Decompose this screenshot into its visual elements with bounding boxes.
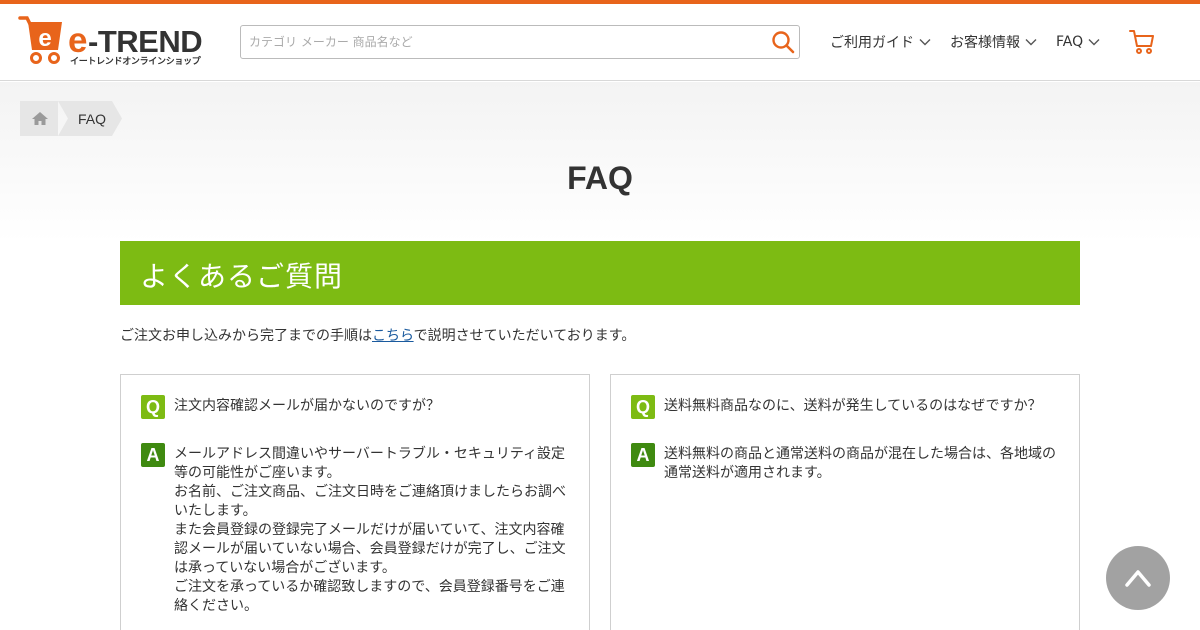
chevron-up-icon (1125, 570, 1151, 587)
breadcrumb-current-label: FAQ (78, 111, 107, 127)
back-to-top-button[interactable] (1106, 546, 1170, 610)
svg-text:e: e (68, 21, 87, 60)
question-badge: Q (141, 395, 165, 419)
faq-answer-line: また会員登録の登録完了メールだけが届いていて、注文内容確 (174, 522, 565, 538)
nav-faq[interactable]: FAQ (1056, 32, 1100, 52)
chevron-down-icon (1025, 39, 1037, 46)
site-logo[interactable]: e e -TREND イートレンドオンラインショップ (18, 14, 204, 68)
faq-answer-line: 認メールが届いていない場合、会員登録だけが完了し、ご注文 (174, 541, 566, 557)
faq-card: Q 送料無料商品なのに、送料が発生しているのはなぜですか？ A 送料無料の商品と… (610, 374, 1080, 630)
breadcrumb-current: FAQ (58, 101, 122, 136)
faq-answer-line: お名前、ご注文商品、ご注文日時をご連絡頂けましたらお調べ (174, 484, 566, 500)
intro-link[interactable]: こちら (372, 328, 414, 344)
faq-answer-line: 絡ください。 (174, 598, 258, 614)
faq-card: Q 注文内容確認メールが届かないのですが？ A メールアドレス間違いやサーバート… (120, 374, 590, 630)
faq-answer: メールアドレス間違いやサーバートラブル・セキュリティ設定 等の可能性がご座います… (174, 445, 574, 616)
nav-customer-info[interactable]: お客様情報 (950, 32, 1037, 52)
cart-icon[interactable] (1128, 28, 1156, 56)
e-trend-logo-icon: e e -TREND イートレンドオンラインショップ (18, 16, 203, 67)
nav-guide[interactable]: ご利用ガイド (830, 32, 931, 52)
faq-answer-line: 送料無料の商品と通常送料の商品が混在した場合は、各地域の (664, 446, 1056, 462)
faq-question: 注文内容確認メールが届かないのですが？ (174, 398, 440, 414)
home-icon (32, 112, 48, 125)
nav-customer-info-label: お客様情報 (950, 35, 1020, 51)
faq-answer-line: は承っていない場合がございます。 (174, 560, 396, 576)
section-heading: よくあるご質問 (140, 260, 344, 293)
site-header: e e -TREND イートレンドオンラインショップ ご利用ガイド お客様情報 … (0, 4, 1200, 81)
faq-answer-line: 通常送料が適用されます。 (664, 465, 831, 481)
question-badge: Q (631, 395, 655, 419)
nav-faq-label: FAQ (1056, 34, 1084, 50)
search-box (240, 25, 800, 59)
svg-text:-TREND: -TREND (88, 24, 202, 59)
page-title: FAQ (567, 160, 633, 196)
faq-answer-line: ご注文を承っているか確認致しますので、会員登録番号をご連 (174, 579, 565, 595)
search-input[interactable] (241, 26, 761, 58)
search-icon[interactable] (771, 30, 795, 54)
chevron-down-icon (919, 39, 931, 46)
faq-answer: 送料無料の商品と通常送料の商品が混在した場合は、各地域の 通常送料が適用されます… (664, 445, 1064, 483)
section-heading-bar: よくあるご質問 (120, 241, 1080, 305)
faq-question: 送料無料商品なのに、送料が発生しているのはなぜですか？ (664, 398, 1042, 414)
answer-badge: A (631, 443, 655, 467)
answer-badge: A (141, 443, 165, 467)
faq-answer-line: メールアドレス間違いやサーバートラブル・セキュリティ設定 (174, 446, 566, 462)
faq-answer-line: いたします。 (174, 503, 257, 519)
nav-guide-label: ご利用ガイド (830, 35, 914, 51)
intro-text-after: で説明させていただいております。 (413, 328, 636, 344)
intro-text: ご注文お申し込みから完了までの手順はこちらで説明させていただいております。 (120, 325, 635, 345)
intro-text-before: ご注文お申し込みから完了までの手順は (120, 328, 372, 344)
svg-text:イートレンドオンラインショップ: イートレンドオンラインショップ (70, 55, 202, 67)
breadcrumb-home[interactable] (20, 101, 58, 136)
chevron-down-icon (1088, 39, 1100, 46)
svg-text:e: e (38, 25, 51, 52)
faq-answer-line: 等の可能性がご座います。 (174, 465, 341, 481)
